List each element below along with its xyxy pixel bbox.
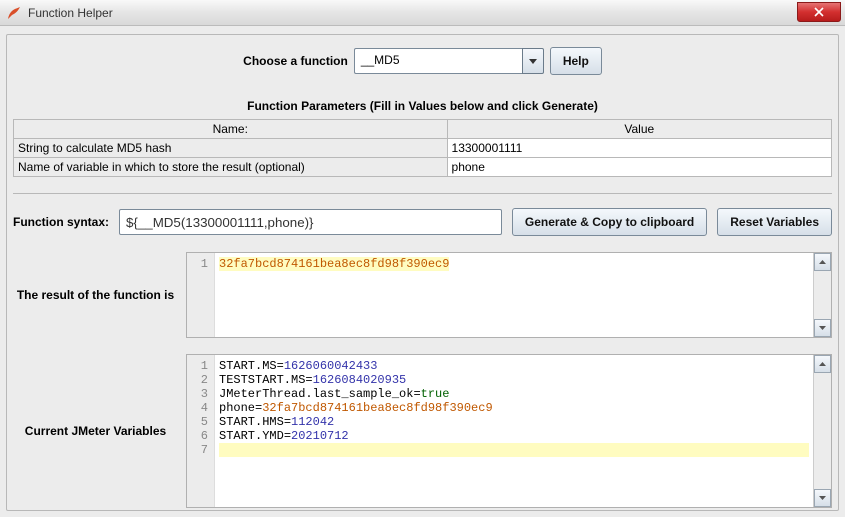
- result-row: The result of the function is 1 32fa7bcd…: [13, 252, 832, 338]
- chevron-down-icon[interactable]: [522, 48, 544, 74]
- param-name-cell: String to calculate MD5 hash: [14, 139, 448, 158]
- result-label: The result of the function is: [13, 288, 178, 302]
- vars-text[interactable]: START.MS=1626060042433TESTSTART.MS=16260…: [215, 355, 813, 507]
- generate-button[interactable]: Generate & Copy to clipboard: [512, 208, 707, 236]
- result-gutter: 1: [187, 253, 215, 337]
- chevron-down-icon[interactable]: [814, 319, 831, 337]
- table-row: String to calculate MD5 hash 13300001111: [14, 139, 832, 158]
- function-combo-value[interactable]: __MD5: [354, 48, 522, 74]
- syntax-label: Function syntax:: [13, 215, 109, 229]
- titlebar: Function Helper: [0, 0, 845, 26]
- params-header-name: Name:: [14, 120, 448, 139]
- vars-row: Current JMeter Variables 1234567 START.M…: [13, 354, 832, 508]
- syntax-input[interactable]: [119, 209, 502, 235]
- window-close-button[interactable]: [797, 2, 841, 22]
- window-title: Function Helper: [28, 6, 113, 20]
- vars-gutter: 1234567: [187, 355, 215, 507]
- param-value-cell[interactable]: 13300001111: [447, 139, 831, 158]
- result-text[interactable]: 32fa7bcd874161bea8ec8fd98f390ec9: [215, 253, 813, 337]
- choose-function-label: Choose a function: [243, 54, 348, 68]
- params-title: Function Parameters (Fill in Values belo…: [13, 99, 832, 113]
- function-combo[interactable]: __MD5: [354, 48, 544, 74]
- chevron-up-icon[interactable]: [814, 355, 831, 373]
- scrollbar[interactable]: [813, 253, 831, 337]
- dialog-body: Choose a function __MD5 Help Function Pa…: [6, 34, 839, 511]
- vars-label: Current JMeter Variables: [13, 424, 178, 438]
- params-table: Name: Value String to calculate MD5 hash…: [13, 119, 832, 177]
- divider: [13, 193, 832, 194]
- help-button[interactable]: Help: [550, 47, 602, 75]
- function-selector-row: Choose a function __MD5 Help: [13, 47, 832, 75]
- reset-button[interactable]: Reset Variables: [717, 208, 832, 236]
- param-name-cell: Name of variable in which to store the r…: [14, 158, 448, 177]
- syntax-row: Function syntax: Generate & Copy to clip…: [13, 208, 832, 236]
- result-pane: 1 32fa7bcd874161bea8ec8fd98f390ec9: [186, 252, 832, 338]
- app-icon: [6, 5, 22, 21]
- params-header-value: Value: [447, 120, 831, 139]
- table-row: Name of variable in which to store the r…: [14, 158, 832, 177]
- param-value-cell[interactable]: phone: [447, 158, 831, 177]
- chevron-up-icon[interactable]: [814, 253, 831, 271]
- scrollbar[interactable]: [813, 355, 831, 507]
- chevron-down-icon[interactable]: [814, 489, 831, 507]
- vars-pane: 1234567 START.MS=1626060042433TESTSTART.…: [186, 354, 832, 508]
